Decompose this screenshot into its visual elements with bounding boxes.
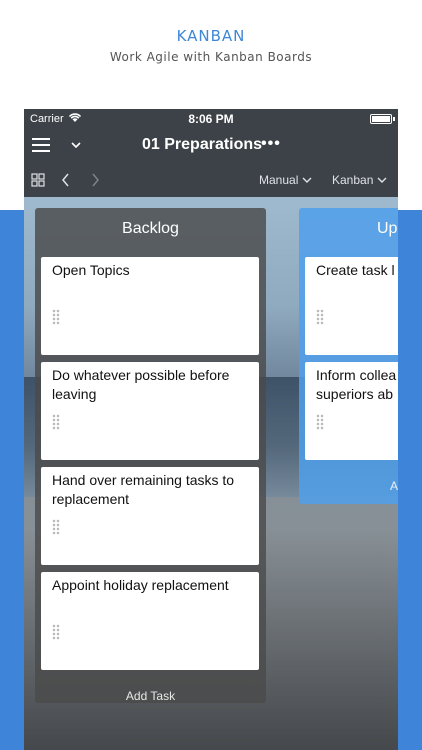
task-card[interactable]: Inform collea superiors ab bbox=[305, 362, 398, 460]
background-band-left bbox=[0, 210, 24, 750]
task-card-text: Create task l bbox=[316, 262, 395, 278]
drag-handle-icon[interactable] bbox=[52, 414, 60, 430]
more-options-button[interactable]: ••• bbox=[261, 135, 281, 153]
status-time: 8:06 PM bbox=[188, 112, 234, 126]
chevron-down-icon bbox=[302, 177, 312, 183]
column-title[interactable]: Backlog bbox=[35, 220, 266, 238]
task-card[interactable]: Open Topics bbox=[41, 257, 259, 355]
task-card[interactable]: Hand over remaining tasks to replacement bbox=[41, 467, 259, 565]
promo-title: KANBAN bbox=[176, 27, 246, 45]
column-title[interactable]: Up bbox=[377, 220, 397, 238]
view-dropdown[interactable]: Kanban bbox=[332, 173, 387, 187]
chevron-left-icon[interactable] bbox=[61, 172, 71, 191]
column-up[interactable]: Up Create task l Inform collea superiors… bbox=[299, 208, 398, 504]
task-card[interactable]: Create task l bbox=[305, 257, 398, 355]
hamburger-icon[interactable] bbox=[32, 138, 50, 157]
add-task-button[interactable]: A bbox=[390, 479, 398, 493]
board-toolbar: Manual Kanban bbox=[24, 163, 398, 197]
battery-tip bbox=[393, 117, 395, 121]
view-dropdown-label: Kanban bbox=[332, 173, 374, 187]
drag-handle-icon[interactable] bbox=[52, 309, 60, 325]
chevron-down-icon bbox=[377, 177, 387, 183]
board-canvas[interactable]: Backlog Open Topics Do whatever possible… bbox=[24, 197, 398, 750]
task-card[interactable]: Do whatever possible before leaving bbox=[41, 362, 259, 460]
chevron-down-icon[interactable] bbox=[70, 138, 82, 157]
promo-subtitle: Work Agile with Kanban Boards bbox=[109, 50, 313, 64]
grid-icon[interactable] bbox=[31, 173, 45, 190]
drag-handle-icon[interactable] bbox=[52, 519, 60, 535]
battery-icon bbox=[370, 114, 392, 124]
drag-handle-icon[interactable] bbox=[52, 624, 60, 640]
device-screen: Carrier 8:06 PM 01 Preparations ••• Manu… bbox=[24, 109, 398, 750]
task-card[interactable]: Appoint holiday replacement bbox=[41, 572, 259, 670]
task-card-text: Appoint holiday replacement bbox=[52, 577, 229, 593]
column-backlog[interactable]: Backlog Open Topics Do whatever possible… bbox=[35, 208, 266, 703]
chevron-right-icon[interactable] bbox=[90, 172, 100, 191]
board-title[interactable]: 01 Preparations bbox=[142, 136, 262, 154]
task-card-text: Open Topics bbox=[52, 262, 130, 278]
task-card-text: Hand over remaining tasks to replacement bbox=[52, 472, 235, 507]
task-card-text: Do whatever possible before leaving bbox=[52, 367, 230, 402]
drag-handle-icon[interactable] bbox=[316, 309, 324, 325]
drag-handle-icon[interactable] bbox=[316, 414, 324, 430]
background-band-right bbox=[398, 210, 422, 750]
add-task-button[interactable]: Add Task bbox=[35, 689, 266, 703]
sort-dropdown[interactable]: Manual bbox=[259, 173, 312, 187]
status-bar: Carrier 8:06 PM bbox=[24, 109, 398, 129]
navigation-bar: 01 Preparations ••• bbox=[24, 129, 398, 163]
sort-dropdown-label: Manual bbox=[259, 173, 299, 187]
task-card-text: Inform collea superiors ab bbox=[316, 367, 397, 402]
